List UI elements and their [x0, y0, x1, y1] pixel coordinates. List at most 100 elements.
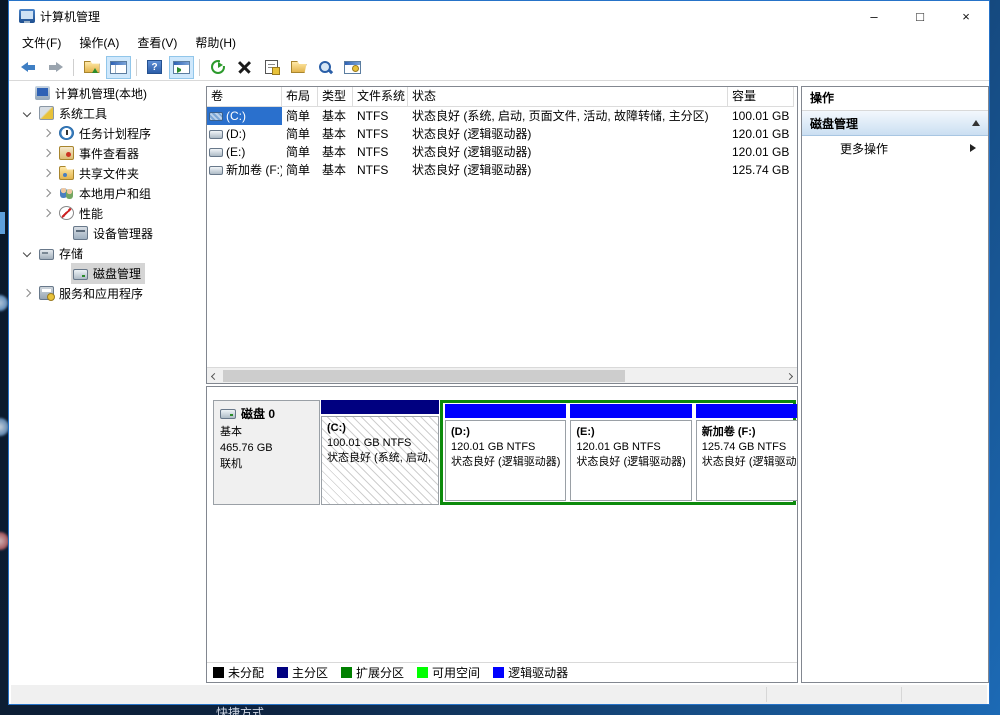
volume-icon: [209, 130, 223, 139]
horizontal-scrollbar[interactable]: [207, 367, 797, 383]
disk-0-row: 磁盘 0 基本 465.76 GB 联机 (C:) 100.01 GB NTFS…: [207, 400, 797, 505]
actions-pane: 操作 磁盘管理 更多操作: [801, 86, 989, 683]
legend-extended-partition: 扩展分区: [341, 664, 404, 681]
partition-f[interactable]: 新加卷 (F:) 125.74 GB NTFS 状态良好 (逻辑驱动器): [696, 404, 798, 501]
disk-graphical-pane: 磁盘 0 基本 465.76 GB 联机 (C:) 100.01 GB NTFS…: [206, 386, 798, 683]
disk-icon: [220, 409, 236, 419]
properties-button[interactable]: [259, 56, 284, 79]
desktop-shortcut-label: 快捷方式: [216, 704, 264, 715]
delete-button[interactable]: [232, 56, 257, 79]
partition-e[interactable]: (E:) 120.01 GB NTFS 状态良好 (逻辑驱动器): [570, 404, 691, 501]
status-bar: [11, 685, 987, 704]
delete-x-icon: [238, 61, 251, 74]
tree-item-local-users-groups[interactable]: 本地用户和组: [11, 183, 203, 203]
column-header-layout[interactable]: 布局: [282, 87, 318, 107]
legend-logical-drive: 逻辑驱动器: [493, 664, 568, 681]
legend-primary-partition: 主分区: [277, 664, 328, 681]
legend-swatch: [417, 667, 428, 678]
more-actions-item[interactable]: 更多操作: [802, 136, 988, 160]
chevron-right-icon[interactable]: [43, 169, 51, 177]
tree-item-storage[interactable]: 存储: [11, 243, 203, 263]
menu-bar: 文件(F) 操作(A) 查看(V) 帮助(H): [9, 31, 989, 54]
title-bar[interactable]: 计算机管理 – □ ×: [9, 1, 989, 31]
partition-c[interactable]: (C:) 100.01 GB NTFS 状态良好 (系统, 启动, 页面文件, …: [321, 400, 439, 505]
help-button[interactable]: [142, 56, 167, 79]
legend-swatch: [341, 667, 352, 678]
volume-row-f[interactable]: 新加卷 (F:) 简单 基本 NTFS 状态良好 (逻辑驱动器) 125.74 …: [207, 161, 797, 179]
column-header-type[interactable]: 类型: [318, 87, 353, 107]
volume-icon: [209, 112, 223, 121]
collapse-arrow-icon[interactable]: [972, 116, 980, 126]
chevron-right-icon[interactable]: [43, 209, 51, 217]
toolbar-separator: [136, 59, 137, 76]
menu-view[interactable]: 查看(V): [128, 32, 186, 53]
menu-help[interactable]: 帮助(H): [186, 32, 245, 53]
task-scheduler-icon: [59, 126, 74, 140]
minimize-button[interactable]: –: [851, 1, 897, 31]
search-button[interactable]: [313, 56, 338, 79]
menu-file[interactable]: 文件(F): [13, 32, 70, 53]
actions-section-disk-management[interactable]: 磁盘管理: [802, 111, 988, 136]
tree-item-computer-management[interactable]: 计算机管理(本地): [11, 83, 203, 103]
volume-row-e[interactable]: (E:) 简单 基本 NTFS 状态良好 (逻辑驱动器) 120.01 GB: [207, 143, 797, 161]
scroll-left-button[interactable]: [207, 369, 222, 383]
partition-d[interactable]: (D:) 120.01 GB NTFS 状态良好 (逻辑驱动器): [445, 404, 566, 501]
console-options-button[interactable]: [340, 56, 365, 79]
tree-item-system-tools[interactable]: 系统工具: [11, 103, 203, 123]
open-folder-icon: [291, 61, 307, 73]
export-folder-icon: [84, 61, 100, 73]
column-header-filesystem[interactable]: 文件系统: [353, 87, 408, 107]
disk-0-info-box[interactable]: 磁盘 0 基本 465.76 GB 联机: [213, 400, 320, 505]
legend-free-space: 可用空间: [417, 664, 480, 681]
tree-item-shared-folders[interactable]: 共享文件夹: [11, 163, 203, 183]
tree-item-performance[interactable]: 性能: [11, 203, 203, 223]
primary-partition-bar: [321, 400, 439, 414]
column-header-volume[interactable]: 卷: [207, 87, 282, 107]
help-icon: [147, 60, 162, 74]
back-button[interactable]: [16, 56, 41, 79]
show-action-pane-button[interactable]: [169, 56, 194, 79]
logical-drive-bar: [696, 404, 798, 418]
column-header-status[interactable]: 状态: [408, 87, 728, 107]
status-bar-divider: [766, 687, 767, 702]
chevron-right-icon[interactable]: [43, 129, 51, 137]
properties-icon: [265, 60, 278, 74]
close-button[interactable]: ×: [943, 1, 989, 31]
export-list-button[interactable]: [79, 56, 104, 79]
event-viewer-icon: [59, 146, 74, 160]
volume-row-c[interactable]: (C:) 简单 基本 NTFS 状态良好 (系统, 启动, 页面文件, 活动, …: [207, 107, 797, 125]
services-icon: [39, 286, 54, 300]
column-header-capacity[interactable]: 容量: [728, 87, 794, 107]
actions-pane-title: 操作: [802, 87, 988, 111]
volume-icon: [209, 166, 223, 175]
scroll-right-button[interactable]: [782, 369, 797, 383]
logical-drive-bar: [570, 404, 691, 418]
computer-management-app-icon: [19, 9, 35, 23]
tree-item-services-applications[interactable]: 服务和应用程序: [11, 283, 203, 303]
tree-item-event-viewer[interactable]: 事件查看器: [11, 143, 203, 163]
show-console-tree-button[interactable]: [106, 56, 131, 79]
open-button[interactable]: [286, 56, 311, 79]
scrollbar-thumb[interactable]: [223, 370, 625, 382]
chevron-down-icon[interactable]: [23, 249, 31, 257]
disk-status: 联机: [220, 456, 313, 472]
tree-item-device-manager[interactable]: 设备管理器: [11, 223, 203, 243]
chevron-right-icon[interactable]: [43, 189, 51, 197]
tree-item-task-scheduler[interactable]: 任务计划程序: [11, 123, 203, 143]
volume-row-d[interactable]: (D:) 简单 基本 NTFS 状态良好 (逻辑驱动器) 120.01 GB: [207, 125, 797, 143]
legend-swatch: [493, 667, 504, 678]
disk-management-icon: [73, 269, 88, 280]
tree-item-disk-management[interactable]: 磁盘管理: [11, 263, 203, 283]
users-icon: [59, 186, 74, 200]
forward-arrow-icon: [48, 62, 63, 73]
menu-action[interactable]: 操作(A): [70, 32, 128, 53]
chevron-down-icon[interactable]: [23, 109, 31, 117]
maximize-button[interactable]: □: [897, 1, 943, 31]
chevron-right-icon[interactable]: [43, 149, 51, 157]
legend-swatch: [277, 667, 288, 678]
forward-button[interactable]: [43, 56, 68, 79]
status-bar-divider: [901, 687, 902, 702]
volume-list-header: 卷 布局 类型 文件系统 状态 容量: [207, 87, 797, 107]
chevron-right-icon[interactable]: [23, 289, 31, 297]
refresh-button[interactable]: [205, 56, 230, 79]
